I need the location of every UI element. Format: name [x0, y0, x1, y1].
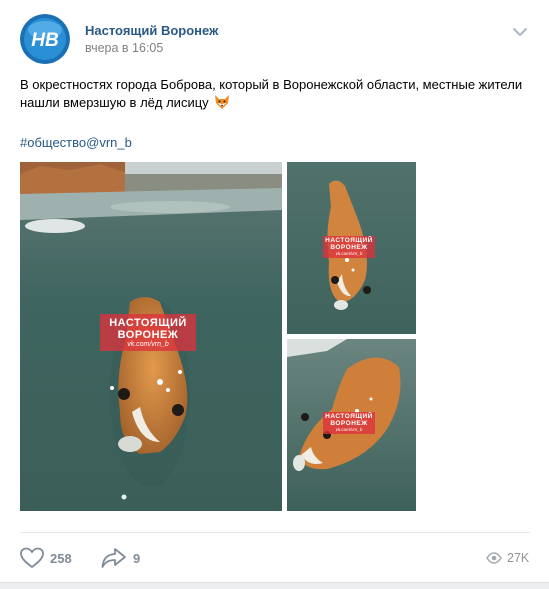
watermark-sub: vk.com/vrn_b	[335, 250, 363, 256]
photo-bottom-right[interactable]: НАСТОЯЩИЙ ВОРОНЕЖ vk.com/vrn_b	[287, 339, 416, 511]
views-count: 27K	[507, 551, 530, 565]
share-count: 9	[133, 550, 141, 566]
watermark-sub: vk.com/vrn_b	[335, 426, 363, 432]
eye-icon	[486, 552, 502, 564]
svg-text:НВ: НВ	[31, 30, 59, 51]
heart-icon	[20, 547, 44, 568]
watermark: НАСТОЯЩИЙ ВОРОНЕЖ vk.com/vrn_b	[323, 412, 375, 435]
photo-top-right[interactable]: НАСТОЯЩИЙ ВОРОНЕЖ vk.com/vrn_b	[287, 162, 416, 334]
like-count: 258	[50, 550, 72, 566]
hashtag-link[interactable]: #общество@vrn_b	[20, 135, 132, 150]
avatar-logo-icon: НВ	[20, 14, 70, 64]
watermark-line2: ВОРОНЕЖ	[330, 419, 368, 427]
actions-divider	[20, 532, 530, 533]
post-menu-button[interactable]	[510, 24, 530, 40]
share-button[interactable]: 9	[101, 546, 140, 570]
author-name[interactable]: Настоящий Воронеж	[85, 23, 218, 38]
post-card: НВ Настоящий Воронеж вчера в 16:05 В окр…	[0, 0, 549, 583]
chevron-down-icon	[513, 28, 527, 36]
watermark: НАСТОЯЩИЙ ВОРОНЕЖ vk.com/vrn_b	[100, 314, 196, 352]
watermark-line1: НАСТОЯЩИЙ	[109, 317, 187, 329]
like-button[interactable]: 258	[20, 546, 72, 570]
watermark-line2: ВОРОНЕЖ	[330, 243, 368, 251]
views-counter: 27K	[486, 548, 529, 568]
post-text: В окрестностях города Боброва, который в…	[20, 76, 530, 112]
post-time[interactable]: вчера в 16:05	[85, 41, 163, 55]
watermark-line2: ВОРОНЕЖ	[117, 328, 179, 341]
watermark: НАСТОЯЩИЙ ВОРОНЕЖ vk.com/vrn_b	[323, 236, 375, 259]
watermark-sub: vk.com/vrn_b	[127, 341, 169, 349]
avatar[interactable]: НВ	[20, 14, 70, 64]
post-text-body: В окрестностях города Боброва, который в…	[20, 77, 523, 110]
photo-main[interactable]: НАСТОЯЩИЙ ВОРОНЕЖ vk.com/vrn_b	[20, 162, 282, 511]
share-arrow-icon	[101, 548, 126, 568]
fox-face-icon	[214, 94, 230, 110]
